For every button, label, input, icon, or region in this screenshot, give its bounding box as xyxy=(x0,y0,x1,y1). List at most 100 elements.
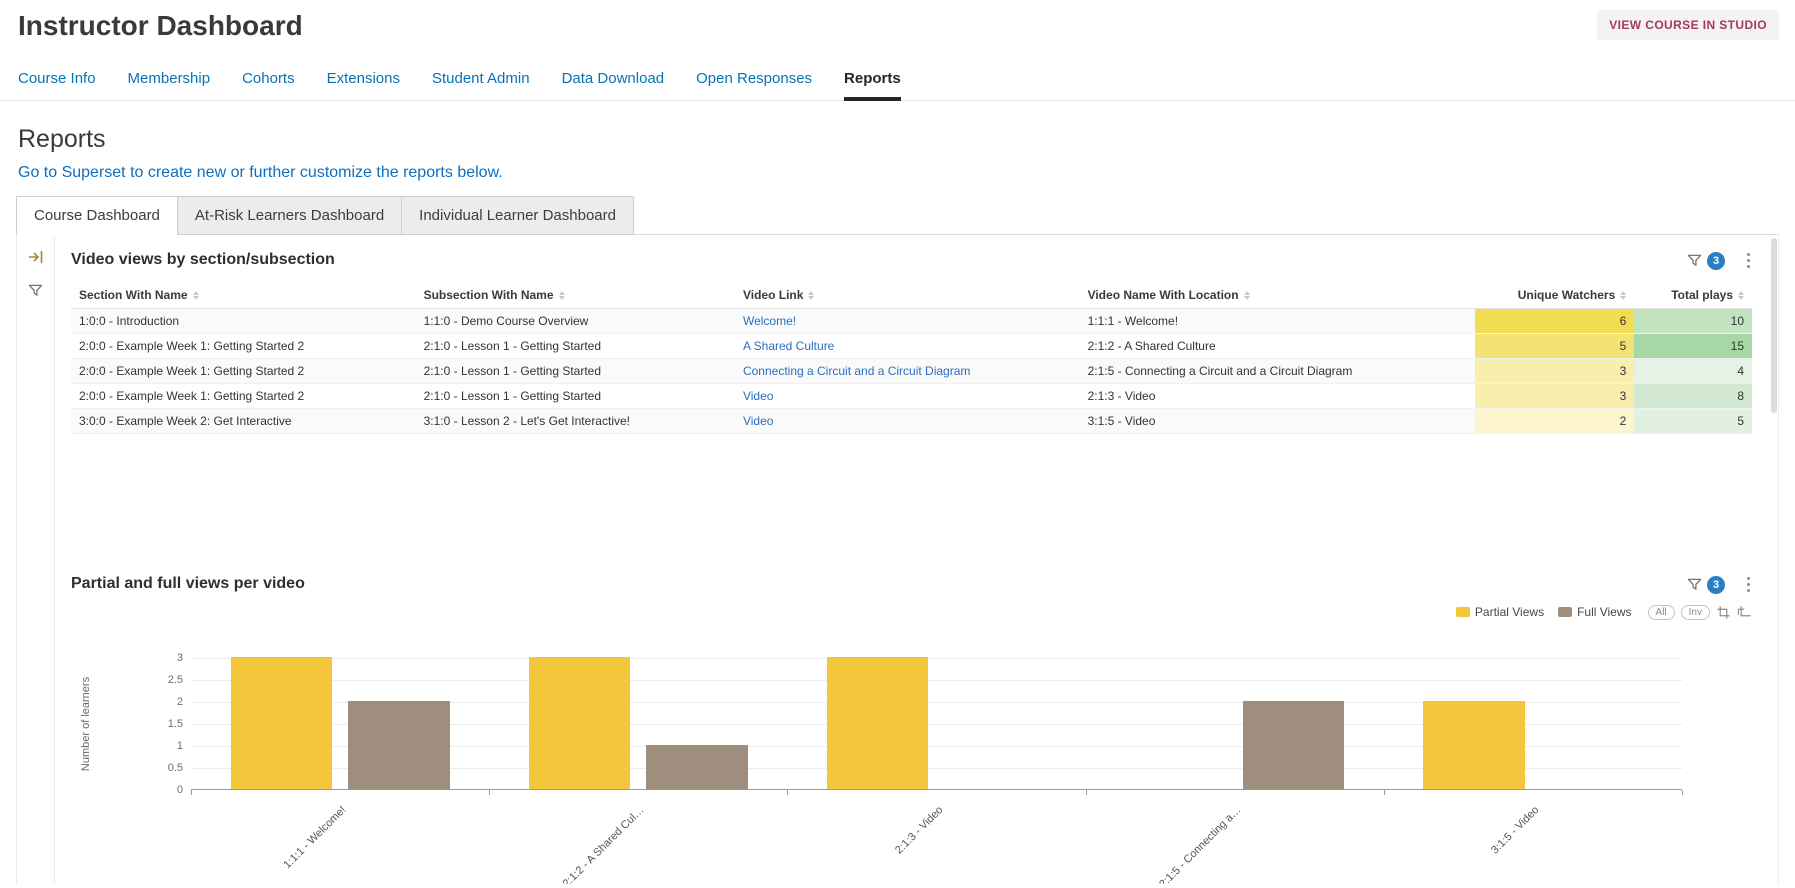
y-tick-label: 0 xyxy=(145,784,183,796)
cell-subsection: 2:1:0 - Lesson 1 - Getting Started xyxy=(416,334,735,359)
nav-item-student-admin[interactable]: Student Admin xyxy=(432,62,530,100)
legend-item-partial-views[interactable]: Partial Views xyxy=(1456,605,1544,619)
cell-video-link: Welcome! xyxy=(735,309,1080,334)
y-tick-label: 2 xyxy=(145,696,183,708)
y-axis-title: Number of learners xyxy=(79,658,93,790)
dashboard-scrollbar[interactable] xyxy=(1771,238,1777,881)
table-row: 3:0:0 - Example Week 2: Get Interactive3… xyxy=(71,409,1752,434)
x-axis-tick xyxy=(1682,790,1683,795)
rail-filter-button[interactable] xyxy=(28,283,43,298)
instructor-dashboard-page: Instructor Dashboard VIEW COURSE IN STUD… xyxy=(0,0,1795,888)
zoom-reset-icon xyxy=(1737,605,1752,620)
legend-inverse-button[interactable]: Inv xyxy=(1681,605,1710,620)
table-row: 2:0:0 - Example Week 1: Getting Started … xyxy=(71,359,1752,384)
video-link[interactable]: A Shared Culture xyxy=(743,339,834,353)
applied-filters-button[interactable]: 3 xyxy=(1687,252,1725,270)
nav-item-membership[interactable]: Membership xyxy=(128,62,211,100)
table-header-row: Section With NameSubsection With NameVid… xyxy=(71,282,1752,309)
bar-partial-views-3-1-5-video xyxy=(1423,701,1524,789)
views-per-video-card-title: Partial and full views per video xyxy=(71,575,305,593)
expand-icon xyxy=(28,249,44,265)
column-header-subsection-with-name[interactable]: Subsection With Name xyxy=(416,282,735,309)
zoom-reset-button[interactable] xyxy=(1737,605,1752,620)
dashboard-tab-individual-learner-dashboard[interactable]: Individual Learner Dashboard xyxy=(401,196,634,235)
expand-filter-bar-button[interactable] xyxy=(28,249,44,265)
cell-section: 2:0:0 - Example Week 1: Getting Started … xyxy=(71,359,416,384)
filter-count-badge: 3 xyxy=(1707,252,1725,270)
views-per-video-card-header: Partial and full views per video 3 xyxy=(71,575,1752,594)
sort-icon xyxy=(1620,291,1626,300)
dashboard-content: Video views by section/subsection 3 xyxy=(55,235,1778,884)
card-menu-button[interactable] xyxy=(1731,575,1752,594)
y-tick-label: 3 xyxy=(145,652,183,664)
kebab-icon xyxy=(1745,251,1752,270)
nav-item-cohorts[interactable]: Cohorts xyxy=(242,62,295,100)
cell-subsection: 2:1:0 - Lesson 1 - Getting Started xyxy=(416,359,735,384)
legend-all-button[interactable]: All xyxy=(1648,605,1675,620)
cell-total-plays: 4 xyxy=(1634,359,1752,384)
cell-unique-watchers: 3 xyxy=(1475,384,1635,409)
x-axis-tick xyxy=(489,790,490,795)
course-nav: Course Info Membership Cohorts Extensions St… xyxy=(0,62,1795,101)
bar-group-2-1-3-video xyxy=(787,657,1085,789)
filter-rail xyxy=(17,235,55,884)
cell-video-link: Video xyxy=(735,409,1080,434)
video-link[interactable]: Video xyxy=(743,389,773,403)
nav-item-data-download[interactable]: Data Download xyxy=(562,62,665,100)
reports-heading: Reports xyxy=(18,125,1777,154)
y-tick-label: 1 xyxy=(145,740,183,752)
scrollbar-thumb[interactable] xyxy=(1771,238,1777,413)
applied-filters-button[interactable]: 3 xyxy=(1687,576,1725,594)
kebab-icon xyxy=(1745,575,1752,594)
cell-video-name: 2:1:2 - A Shared Culture xyxy=(1080,334,1475,359)
dashboard-tab-course-dashboard[interactable]: Course Dashboard xyxy=(16,196,178,235)
x-axis-label: 1:1:1 - Welcome! xyxy=(227,804,349,884)
cell-video-name: 1:1:1 - Welcome! xyxy=(1080,309,1475,334)
cell-video-link: A Shared Culture xyxy=(735,334,1080,359)
card-menu-button[interactable] xyxy=(1731,251,1752,270)
cell-total-plays: 8 xyxy=(1634,384,1752,409)
sort-icon xyxy=(1738,291,1744,300)
cell-video-link: Connecting a Circuit and a Circuit Diagr… xyxy=(735,359,1080,384)
superset-link[interactable]: Go to Superset to create new or further … xyxy=(18,164,503,182)
column-header-unique-watchers[interactable]: Unique Watchers xyxy=(1475,282,1635,309)
column-header-section-with-name[interactable]: Section With Name xyxy=(71,282,416,309)
page-title: Instructor Dashboard xyxy=(18,10,1777,42)
legend-item-full-views[interactable]: Full Views xyxy=(1558,605,1631,619)
x-axis-label: 2:1:5 - Connecting a… xyxy=(1122,804,1244,884)
column-header-video-link[interactable]: Video Link xyxy=(735,282,1080,309)
bar-chart: Number of learners 00.511.522.531:1:1 - … xyxy=(191,658,1682,790)
video-link[interactable]: Video xyxy=(743,414,773,428)
nav-item-extensions[interactable]: Extensions xyxy=(327,62,400,100)
cell-section: 1:0:0 - Introduction xyxy=(71,309,416,334)
page-header: Instructor Dashboard VIEW COURSE IN STUD… xyxy=(0,0,1795,42)
nav-item-open-responses[interactable]: Open Responses xyxy=(696,62,812,100)
bar-partial-views-1-1-1-welcome xyxy=(231,657,332,789)
reports-section: Reports Go to Superset to create new or … xyxy=(0,125,1795,182)
dashboard-tabs: Course DashboardAt-Risk Learners Dashboa… xyxy=(16,196,1795,235)
cell-video-name: 2:1:3 - Video xyxy=(1080,384,1475,409)
cell-section: 2:0:0 - Example Week 1: Getting Started … xyxy=(71,384,416,409)
cell-total-plays: 15 xyxy=(1634,334,1752,359)
video-link[interactable]: Welcome! xyxy=(743,314,796,328)
sort-icon xyxy=(559,291,565,300)
nav-item-course-info[interactable]: Course Info xyxy=(18,62,96,100)
legend-swatch xyxy=(1456,607,1470,617)
column-header-video-name-with-location[interactable]: Video Name With Location xyxy=(1080,282,1475,309)
video-link[interactable]: Connecting a Circuit and a Circuit Diagr… xyxy=(743,364,970,378)
y-tick-label: 2.5 xyxy=(145,674,183,686)
x-axis-label: 2:1:2 - A Shared Cul… xyxy=(525,804,647,884)
video-views-table: Section With NameSubsection With NameVid… xyxy=(71,282,1752,434)
dashboard-tab-at-risk-learners-dashboard[interactable]: At-Risk Learners Dashboard xyxy=(177,196,402,235)
cell-subsection: 1:1:0 - Demo Course Overview xyxy=(416,309,735,334)
column-header-total-plays[interactable]: Total plays xyxy=(1634,282,1752,309)
funnel-icon xyxy=(28,283,43,298)
zoom-select-button[interactable] xyxy=(1716,605,1731,620)
nav-item-reports[interactable]: Reports xyxy=(844,62,901,100)
cell-video-name: 2:1:5 - Connecting a Circuit and a Circu… xyxy=(1080,359,1475,384)
view-course-in-studio-button[interactable]: VIEW COURSE IN STUDIO xyxy=(1597,10,1779,40)
bar-group-2-1-2-a-shared-cul xyxy=(489,657,787,789)
cell-subsection: 3:1:0 - Lesson 2 - Let's Get Interactive… xyxy=(416,409,735,434)
legend-swatch xyxy=(1558,607,1572,617)
bar-group-1-1-1-welcome xyxy=(191,657,489,789)
